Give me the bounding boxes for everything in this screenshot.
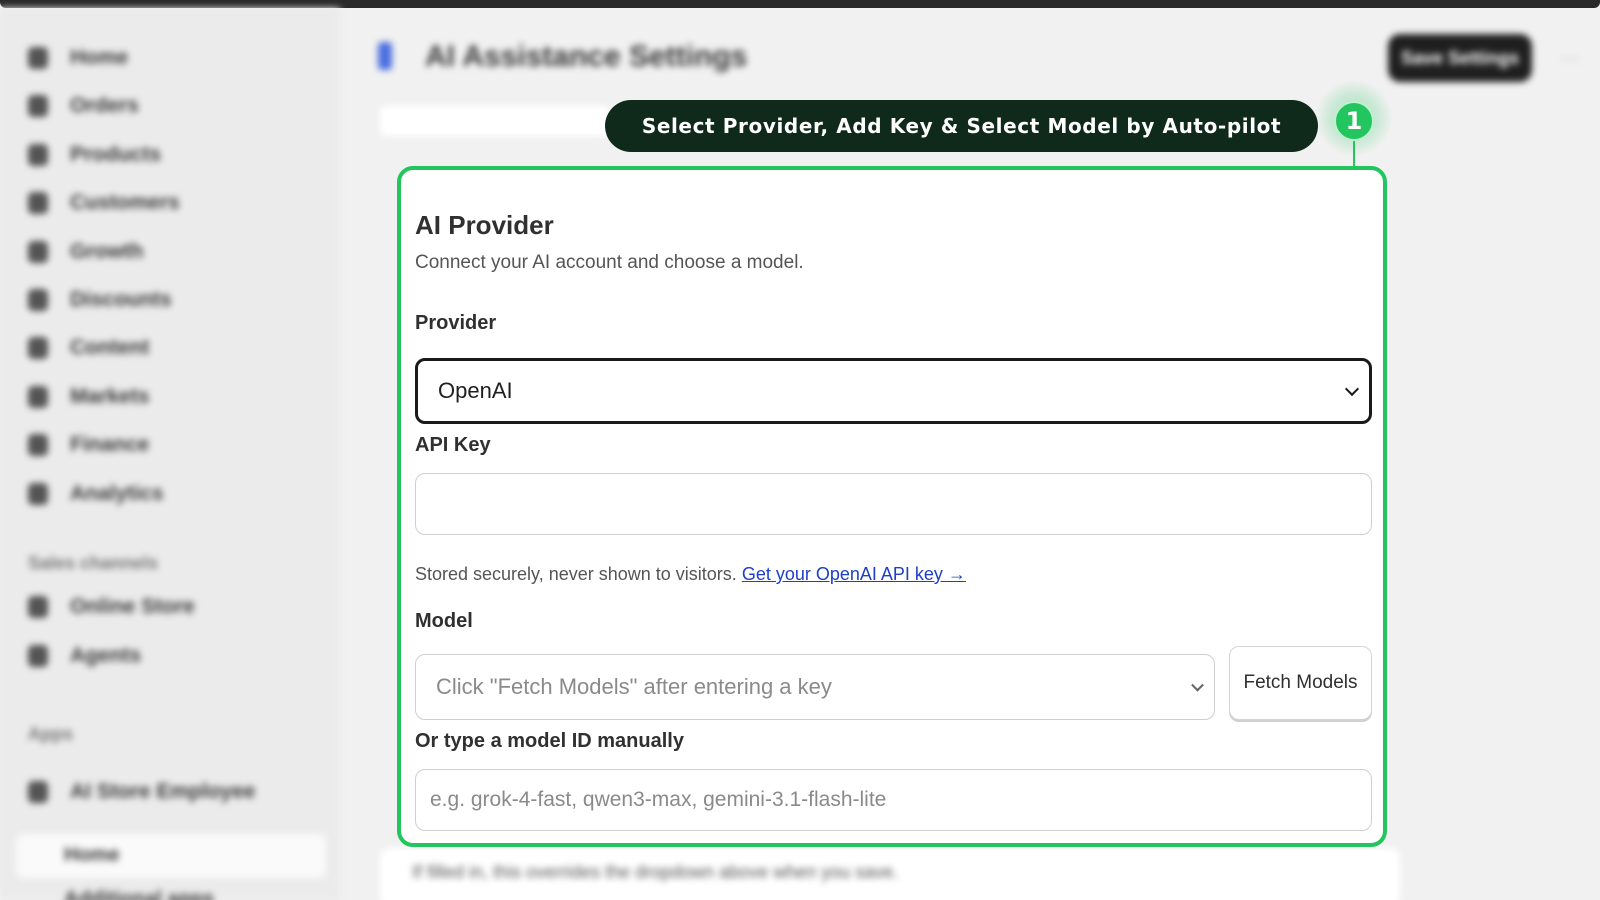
growth-icon — [28, 241, 48, 263]
provider-label: Provider — [415, 312, 497, 334]
orders-icon — [28, 95, 48, 117]
home-icon — [28, 47, 48, 69]
person-icon — [28, 192, 48, 214]
sidebar-item-agents[interactable]: Agents — [28, 642, 141, 670]
sidebar-item-products[interactable]: Products — [28, 141, 161, 169]
api-key-help-text: Stored securely, never shown to visitors… — [415, 564, 737, 584]
card-description: Connect your AI account and choose a mod… — [415, 252, 804, 273]
sidebar-item-content[interactable]: Content — [28, 334, 149, 362]
sidebar-item-home[interactable]: Home — [28, 44, 128, 72]
manual-model-label: Or type a model ID manually — [415, 730, 684, 752]
agent-icon — [28, 645, 48, 667]
app-icon — [28, 781, 48, 803]
model-select[interactable]: Click "Fetch Models" after entering a ke… — [415, 654, 1215, 720]
sidebar-item-analytics[interactable]: Analytics — [28, 480, 163, 508]
sidebar-item-customers[interactable]: Customers — [28, 189, 180, 217]
chevron-down-icon — [1344, 381, 1360, 397]
card-title: AI Provider — [415, 210, 554, 240]
sidebar-item-discounts[interactable]: Discounts — [28, 286, 172, 314]
save-settings-button[interactable]: Save Settings — [1388, 34, 1532, 82]
content-icon — [28, 337, 48, 359]
sidebar-item-app[interactable]: AI Store Employee — [28, 778, 256, 806]
sidebar-item-growth[interactable]: Growth — [28, 238, 144, 266]
below-card-help-text: If filled in, this overrides the dropdow… — [412, 862, 899, 882]
page-title: AI Assistance Settings — [425, 40, 748, 73]
more-options-icon[interactable]: ⋯ — [1560, 46, 1580, 71]
sidebar-item-online-store[interactable]: Online Store — [28, 593, 195, 621]
tag-icon — [28, 144, 48, 166]
provider-select[interactable]: OpenAI — [415, 358, 1372, 424]
manual-model-input[interactable] — [415, 769, 1372, 831]
sidebar-item-markets[interactable]: Markets — [28, 383, 149, 411]
api-key-label: API Key — [415, 434, 491, 456]
provider-selected-value: OpenAI — [438, 378, 513, 403]
sidebar-item-finance[interactable]: Finance — [28, 431, 149, 459]
sidebar: Home Orders Products Customers Growth Di… — [0, 8, 340, 900]
globe-icon — [28, 386, 48, 408]
tab-strip — [380, 106, 610, 136]
api-key-help: Stored securely, never shown to visitors… — [415, 564, 966, 585]
model-select-placeholder: Click "Fetch Models" after entering a ke… — [436, 674, 832, 699]
analytics-icon — [28, 483, 48, 505]
guide-tooltip: Select Provider, Add Key & Select Model … — [605, 100, 1318, 152]
chevron-down-icon — [1191, 678, 1204, 692]
sidebar-section-sales-channels[interactable]: Sales channels — [28, 553, 158, 574]
model-label: Model — [415, 610, 473, 632]
api-key-input[interactable] — [415, 473, 1372, 535]
ai-provider-card: AI Provider Connect your AI account and … — [397, 166, 1387, 847]
fetch-models-button[interactable]: Fetch Models — [1229, 646, 1372, 720]
back-arrow-icon[interactable] — [378, 42, 392, 70]
sidebar-subitem-home[interactable]: Home — [64, 844, 120, 867]
sidebar-item-orders[interactable]: Orders — [28, 92, 139, 120]
step-number-badge: 1 — [1334, 101, 1374, 141]
sidebar-section-apps[interactable]: Apps — [28, 724, 73, 745]
step-connector-line — [1353, 141, 1355, 168]
sidebar-active-highlight — [16, 834, 326, 878]
sidebar-subitem-additional-apps[interactable]: Additional apps — [64, 888, 214, 900]
get-api-key-link[interactable]: Get your OpenAI API key → — [742, 564, 966, 584]
bank-icon — [28, 434, 48, 456]
store-icon — [28, 596, 48, 618]
discount-icon — [28, 289, 48, 311]
